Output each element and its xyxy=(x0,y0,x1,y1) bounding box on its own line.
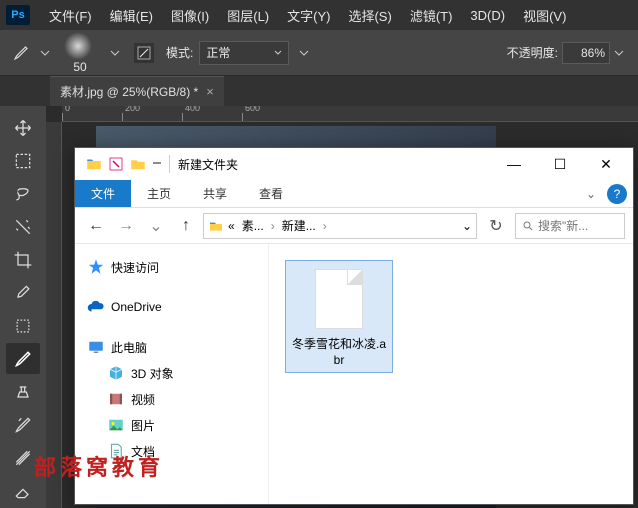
opacity-input[interactable]: 86% xyxy=(562,42,610,64)
ps-logo-icon: Ps xyxy=(6,5,30,25)
window-title: 新建文件夹 xyxy=(178,156,238,173)
ribbon-home-tab[interactable]: 主页 xyxy=(131,180,187,207)
file-item-abr[interactable]: 冬季雪花和冰凌.abr xyxy=(285,260,393,373)
menu-type[interactable]: 文字(Y) xyxy=(278,6,339,25)
menu-image[interactable]: 图像(I) xyxy=(162,6,218,25)
nav-pictures[interactable]: 图片 xyxy=(105,412,268,438)
dropdown-caret-icon[interactable] xyxy=(151,158,163,170)
chevron-down-icon[interactable] xyxy=(614,48,624,58)
magic-wand-tool[interactable] xyxy=(6,211,40,242)
computer-icon xyxy=(87,338,105,356)
nav-quick-access[interactable]: 快速访问 xyxy=(85,254,268,280)
ribbon-collapse-icon[interactable]: ⌄ xyxy=(579,187,603,201)
chevron-down-icon[interactable] xyxy=(299,48,309,58)
history-brush-tool[interactable] xyxy=(6,409,40,440)
menu-3d[interactable]: 3D(D) xyxy=(461,8,514,23)
refresh-button[interactable]: ↻ xyxy=(481,216,511,236)
maximize-button[interactable]: ☐ xyxy=(537,149,583,179)
ribbon-share-tab[interactable]: 共享 xyxy=(187,180,243,207)
nav-label: OneDrive xyxy=(111,300,162,314)
nav-forward-button[interactable]: → xyxy=(113,213,139,239)
cube-icon xyxy=(107,364,125,382)
search-input[interactable]: 搜索"新... xyxy=(515,213,625,239)
brush-tool[interactable] xyxy=(6,343,40,374)
nav-label: 快速访问 xyxy=(111,259,159,276)
brush-panel-toggle-icon[interactable] xyxy=(134,43,154,63)
opacity-label: 不透明度: xyxy=(507,44,558,61)
eyedropper-tool[interactable] xyxy=(6,277,40,308)
ruler-horizontal: 0 200 400 600 xyxy=(62,106,638,122)
ribbon-file-tab[interactable]: 文件 xyxy=(75,180,131,207)
minimize-button[interactable]: — xyxy=(491,149,537,179)
marquee-tool[interactable] xyxy=(6,145,40,176)
search-icon xyxy=(522,220,534,232)
close-button[interactable]: ✕ xyxy=(583,149,629,179)
folder-icon xyxy=(208,218,224,234)
ribbon-view-tab[interactable]: 查看 xyxy=(243,180,299,207)
chevron-down-icon[interactable] xyxy=(40,48,50,58)
nav-up-button[interactable]: ↑ xyxy=(173,213,199,239)
blend-mode-value: 正常 xyxy=(206,44,230,61)
nav-videos[interactable]: 视频 xyxy=(105,386,268,412)
ps-toolbar xyxy=(0,106,46,508)
folder-small-icon xyxy=(129,155,147,173)
brush-preset-icon[interactable] xyxy=(64,32,92,60)
search-placeholder: 搜索"新... xyxy=(538,217,588,234)
titlebar-icons xyxy=(85,155,163,173)
nav-label: 此电脑 xyxy=(111,339,147,356)
close-tab-icon[interactable]: × xyxy=(206,84,214,99)
document-tab-title: 素材.jpg @ 25%(RGB/8) * xyxy=(60,83,198,100)
lasso-tool[interactable] xyxy=(6,178,40,209)
file-generic-icon xyxy=(315,269,363,329)
chevron-down-icon xyxy=(274,49,282,57)
properties-icon[interactable] xyxy=(107,155,125,173)
nav-label: 视频 xyxy=(131,391,155,408)
address-bar-row: ← → ⌄ ↑ « 素... › 新建... › ⌄ ↻ 搜索"新... xyxy=(75,208,633,244)
address-bar[interactable]: « 素... › 新建... › ⌄ xyxy=(203,213,477,239)
nav-label: 图片 xyxy=(131,417,155,434)
ps-menubar: Ps 文件(F) 编辑(E) 图像(I) 图层(L) 文字(Y) 选择(S) 滤… xyxy=(0,0,638,30)
film-icon xyxy=(107,390,125,408)
ps-options-bar: 50 模式: 正常 不透明度: 86% xyxy=(0,30,638,76)
menu-file[interactable]: 文件(F) xyxy=(40,6,101,25)
blend-mode-select[interactable]: 正常 xyxy=(199,41,289,65)
breadcrumb[interactable]: 素... xyxy=(239,217,267,234)
move-tool[interactable] xyxy=(6,112,40,143)
clone-stamp-tool[interactable] xyxy=(6,376,40,407)
document-tab[interactable]: 素材.jpg @ 25%(RGB/8) * × xyxy=(50,76,224,106)
nav-recent-icon[interactable]: ⌄ xyxy=(143,213,169,239)
nav-3d-objects[interactable]: 3D 对象 xyxy=(105,360,268,386)
nav-back-button[interactable]: ← xyxy=(83,213,109,239)
cloud-icon xyxy=(87,298,105,316)
file-name-label: 冬季雪花和冰凌.abr xyxy=(290,337,388,368)
folder-icon xyxy=(85,155,103,173)
menu-layer[interactable]: 图层(L) xyxy=(218,6,278,25)
help-icon[interactable]: ? xyxy=(607,184,627,204)
brush-tool-icon xyxy=(12,44,30,62)
watermark-text: 部落窝教育 xyxy=(34,450,164,482)
chevron-down-icon[interactable] xyxy=(110,48,120,58)
mode-label: 模式: xyxy=(166,44,193,61)
menu-edit[interactable]: 编辑(E) xyxy=(101,6,162,25)
window-titlebar[interactable]: 新建文件夹 — ☐ ✕ xyxy=(75,148,633,180)
nav-label: 3D 对象 xyxy=(131,365,174,382)
nav-onedrive[interactable]: OneDrive xyxy=(85,294,268,320)
ribbon-tabs: 文件 主页 共享 查看 ⌄ ? xyxy=(75,180,633,208)
picture-icon xyxy=(107,416,125,434)
crop-tool[interactable] xyxy=(6,244,40,275)
frame-tool[interactable] xyxy=(6,310,40,341)
menu-filter[interactable]: 滤镜(T) xyxy=(401,6,462,25)
brush-size-value: 50 xyxy=(73,60,86,74)
breadcrumb[interactable]: 新建... xyxy=(279,217,319,234)
ps-document-tabbar: 素材.jpg @ 25%(RGB/8) * × xyxy=(0,76,638,106)
star-icon xyxy=(87,258,105,276)
nav-this-pc[interactable]: 此电脑 xyxy=(85,334,268,360)
address-dropdown-icon[interactable]: ⌄ xyxy=(462,219,472,233)
folder-contents-pane[interactable]: 冬季雪花和冰凌.abr xyxy=(269,244,633,504)
menu-select[interactable]: 选择(S) xyxy=(339,6,400,25)
opacity-value: 86% xyxy=(581,46,605,60)
menu-view[interactable]: 视图(V) xyxy=(514,6,575,25)
